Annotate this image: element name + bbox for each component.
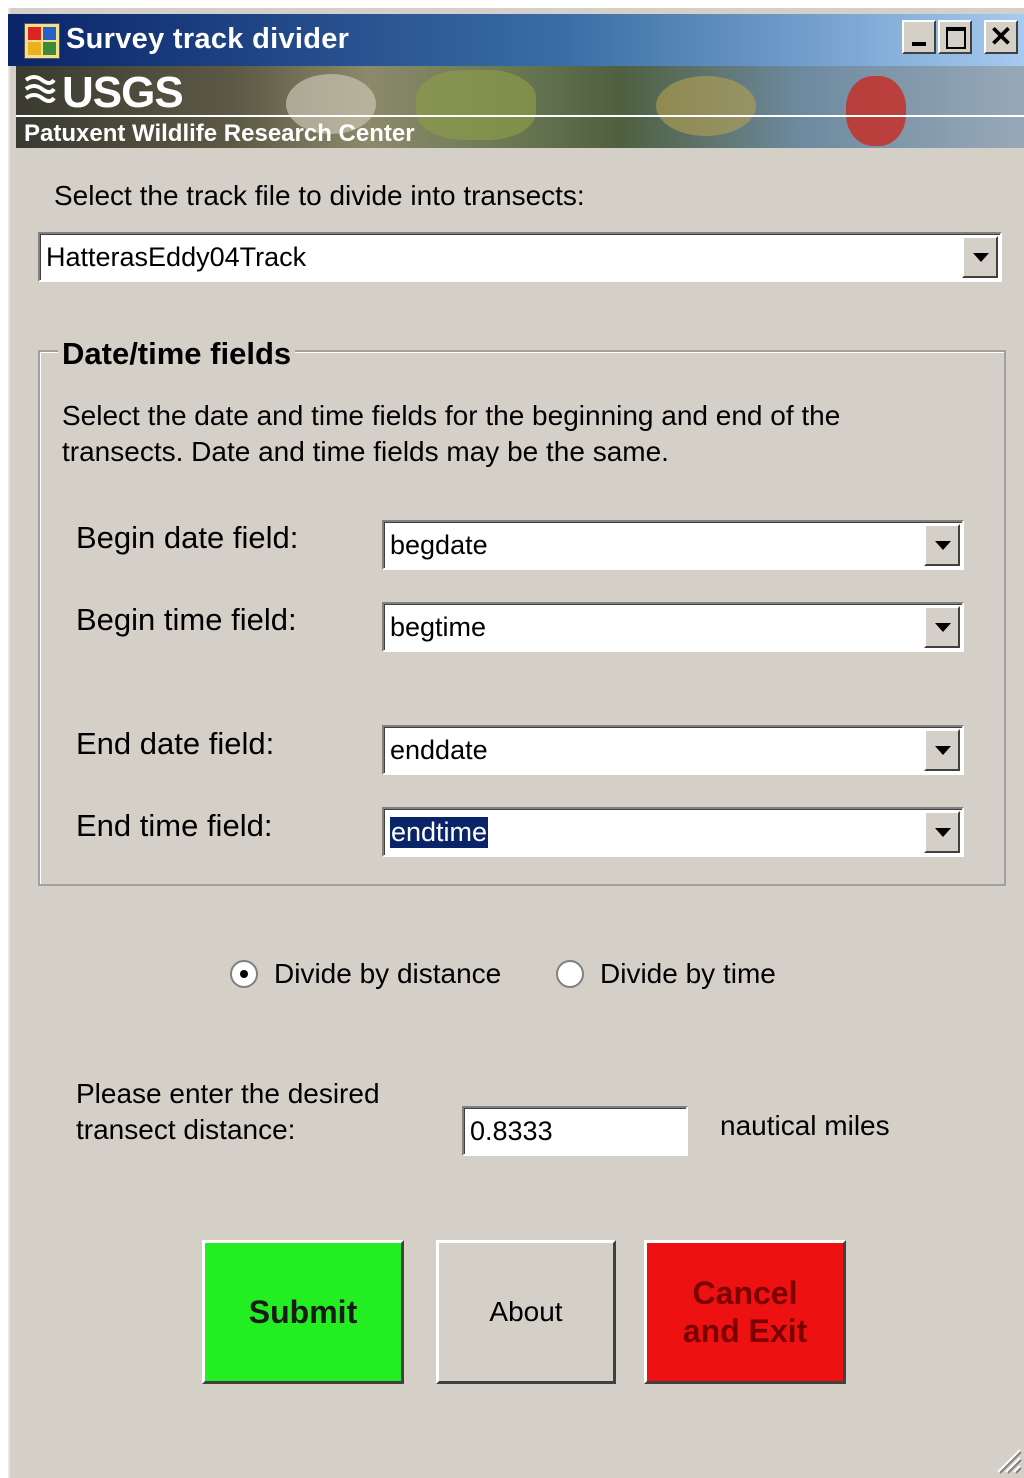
cancel-and-exit-button[interactable]: Cancel and Exit [644,1240,846,1384]
submit-label: Submit [248,1293,358,1330]
usgs-logo-text: USGS [62,68,184,117]
end-date-label: End date field: [76,726,275,761]
end-time-label: End time field: [76,808,273,843]
close-button[interactable]: ✕ [984,20,1018,54]
cancel-label-line1: Cancel [692,1275,798,1311]
chevron-down-icon[interactable] [962,236,998,278]
cancel-label-line2: and Exit [682,1313,808,1349]
research-center-name: Patuxent Wildlife Research Center [24,120,415,147]
usgs-banner: USGS Patuxent Wildlife Research Center [16,66,1024,148]
distance-unit: nautical miles [720,1110,890,1141]
begin-date-select[interactable]: begdate [382,520,964,570]
divide-by-time-label[interactable]: Divide by time [600,958,776,990]
divide-by-distance-radio[interactable] [230,960,258,988]
submit-button[interactable]: Submit [202,1240,404,1384]
about-button[interactable]: About [436,1240,616,1384]
window-title: Survey track divider [66,23,350,55]
usgs-logo-icon [24,75,56,103]
banner-divider [16,115,1024,117]
distance-prompt-line2: transect distance: [76,1114,296,1145]
track-file-label: Select the track file to divide into tra… [54,180,585,211]
distance-prompt-line1: Please enter the desired [76,1078,380,1109]
resize-grip-icon[interactable] [992,1444,1022,1474]
datetime-instructions-line2: transects. Date and time fields may be t… [62,436,669,467]
minimize-button[interactable] [902,20,936,54]
end-time-select[interactable]: endtime [382,807,964,857]
end-date-value: enddate [390,734,488,765]
begin-date-value: begdate [390,529,488,560]
datetime-group-title: Date/time fields [58,336,296,372]
datetime-instructions-line1: Select the date and time fields for the … [62,400,841,431]
distance-value: 0.8333 [470,1115,553,1146]
track-file-select[interactable]: HatterasEddy04Track [38,232,1002,282]
close-icon: ✕ [989,21,1013,52]
begin-time-select[interactable]: begtime [382,602,964,652]
end-time-value: endtime [390,816,489,848]
app-icon [24,23,60,59]
chevron-down-icon[interactable] [924,729,960,771]
about-label: About [489,1296,563,1327]
maximize-icon [940,22,970,52]
divide-by-distance-label[interactable]: Divide by distance [274,958,501,990]
chevron-down-icon[interactable] [924,606,960,648]
begin-time-value: begtime [390,611,487,642]
begin-date-label: Begin date field: [76,520,299,555]
maximize-button[interactable] [938,20,972,54]
track-file-value: HatterasEddy04Track [46,241,307,272]
begin-time-label: Begin time field: [76,602,297,637]
distance-input[interactable]: 0.8333 [462,1106,688,1156]
divide-by-time-radio[interactable] [556,960,584,988]
title-bar[interactable]: Survey track divider ✕ [8,14,1024,66]
chevron-down-icon[interactable] [924,811,960,853]
end-date-select[interactable]: enddate [382,725,964,775]
chevron-down-icon[interactable] [924,524,960,566]
minimize-icon [904,22,934,52]
